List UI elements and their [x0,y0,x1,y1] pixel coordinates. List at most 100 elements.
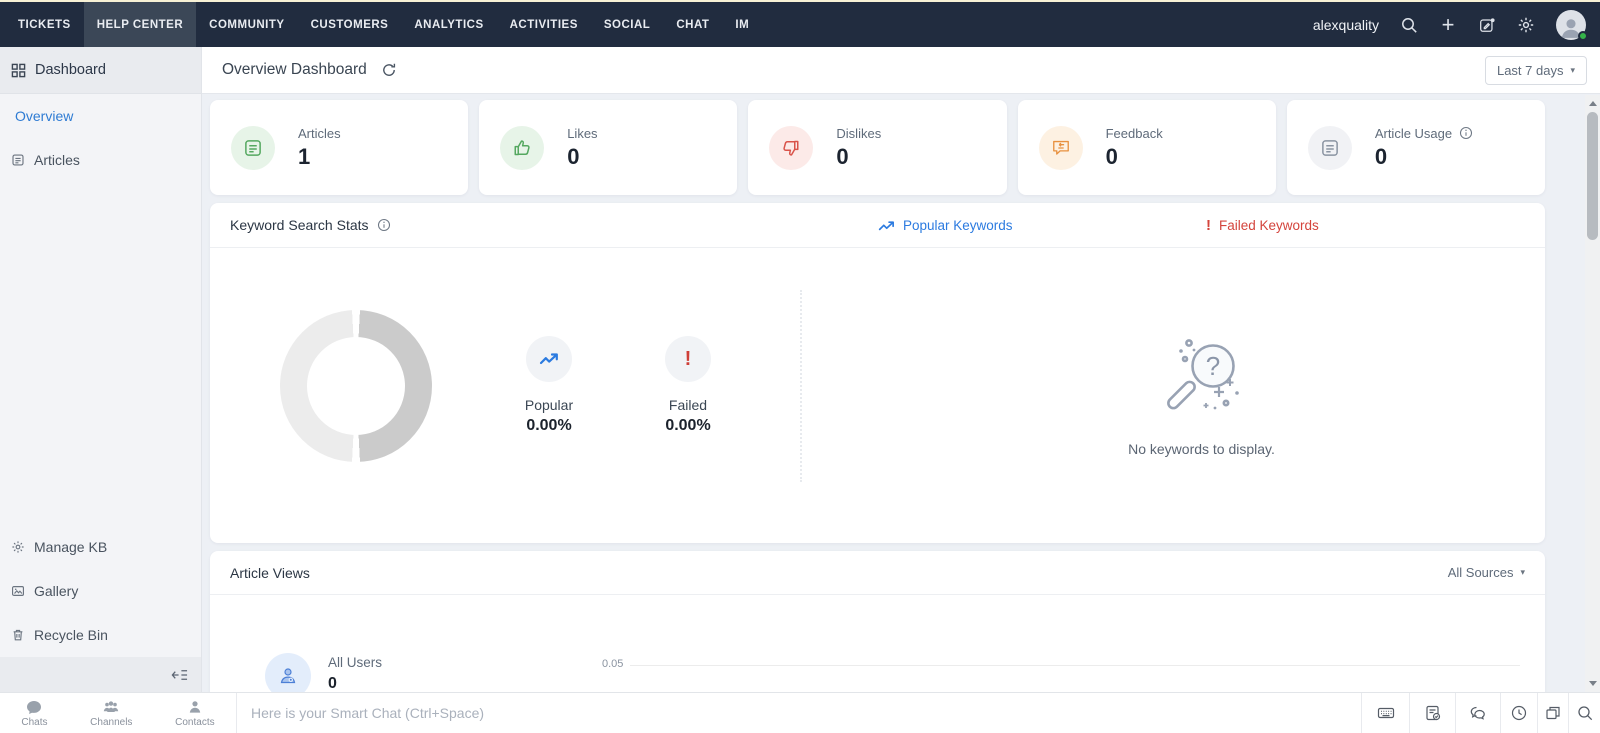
sidebar-item-overview[interactable]: Overview [0,94,201,138]
sidebar-spacer [0,182,201,525]
keywords-empty-state: ? No keywo [800,248,1545,542]
all-users-legend: All Users 0 [265,653,382,692]
channels-group-icon [103,699,119,715]
stat-card-articles[interactable]: Articles 1 [210,100,468,195]
gear-icon [11,540,25,554]
nav-item-social[interactable]: SOCIAL [591,2,663,47]
dashboard-grid-icon [11,63,26,78]
nav-item-analytics[interactable]: ANALYTICS [401,2,496,47]
bottom-tab-chats[interactable]: Chats [21,699,47,728]
notes-check-icon[interactable] [1409,693,1455,733]
chat-bubble-icon [26,699,42,715]
tab-label: Failed Keywords [1219,218,1319,233]
sidebar-item-articles[interactable]: Articles [0,138,201,182]
vertical-scrollbar[interactable] [1585,95,1600,692]
nav-item-im[interactable]: IM [722,2,762,47]
stat-card-dislikes[interactable]: Dislikes 0 [748,100,1006,195]
refresh-icon[interactable] [381,62,397,78]
image-icon [11,584,25,598]
settings-gear-icon[interactable] [1517,16,1535,34]
scrollbar-thumb[interactable] [1587,112,1598,240]
top-nav-right: alexquality + [1313,2,1600,47]
user-avatar[interactable] [1556,10,1586,40]
failed-label: Failed [618,397,758,413]
tab-label: Popular Keywords [903,218,1013,233]
conversations-icon[interactable] [1455,693,1500,733]
article-icon [1308,126,1352,170]
keyboard-shortcuts-icon[interactable] [1361,693,1409,733]
failed-metric: ! Failed 0.00% [618,336,758,435]
bottom-tab-contacts[interactable]: Contacts [175,699,214,728]
trend-up-icon [878,220,895,232]
popular-label: Popular [479,397,619,413]
failed-value: 0.00% [618,417,758,435]
sidebar-section-dashboard[interactable]: Dashboard [0,47,201,94]
sidebar-item-label: Gallery [34,583,78,599]
legend-label: All Users [328,655,382,670]
scrollbar-down-arrow[interactable] [1585,677,1600,690]
bottom-tab-channels[interactable]: Channels [90,699,132,728]
stat-card-value: 0 [1375,144,1473,170]
legend-value: 0 [328,675,382,692]
nav-item-chat[interactable]: CHAT [663,2,722,47]
add-icon[interactable]: + [1439,16,1457,34]
article-icon [231,126,275,170]
online-status-dot [1578,31,1588,41]
zia-search-icon[interactable] [1568,693,1600,733]
smart-chat-input[interactable] [251,705,1361,721]
info-icon[interactable] [377,218,391,232]
exclamation-icon: ! [665,336,711,382]
dashboard-content: Articles 1 Likes 0 [202,94,1600,692]
windows-stack-icon[interactable] [1537,693,1568,733]
stat-card-label: Article Usage [1375,126,1452,141]
sidebar-item-manage-kb[interactable]: Manage KB [0,525,201,569]
activity-feed-icon[interactable] [1478,16,1496,34]
sidebar: Dashboard Overview Articles Manage KB Ga… [0,47,202,692]
keyword-donut-chart [280,310,432,462]
stat-card-feedback[interactable]: Feedback 0 [1018,100,1276,195]
keyword-panel-header: Keyword Search Stats Popular Keywords ! … [210,203,1545,248]
stat-card-value: 1 [298,144,341,170]
nav-item-activities[interactable]: ACTIVITIES [497,2,591,47]
trash-icon [11,628,25,642]
chart-gridline [630,665,1520,666]
collapse-sidebar-icon [171,668,188,682]
empty-state-message: No keywords to display. [1128,441,1275,457]
popular-value: 0.00% [479,417,619,435]
bottom-tab-label: Channels [90,717,132,728]
keyword-search-stats-panel: Keyword Search Stats Popular Keywords ! … [210,203,1545,543]
bottom-tab-label: Contacts [175,717,214,728]
portal-name[interactable]: alexquality [1313,17,1379,33]
nav-item-customers[interactable]: CUSTOMERS [298,2,402,47]
source-filter-value: All Sources [1448,565,1514,580]
smart-chat-bar [237,693,1361,733]
stat-card-article-usage[interactable]: Article Usage 0 [1287,100,1545,195]
sidebar-collapse-button[interactable] [0,657,201,692]
date-range-dropdown[interactable]: Last 7 days ▾ [1485,56,1587,85]
page-title: Overview Dashboard [222,61,367,79]
history-clock-icon[interactable] [1500,693,1537,733]
stat-cards-row: Articles 1 Likes 0 [210,100,1545,195]
stat-card-value: 0 [567,144,597,170]
info-icon[interactable] [1459,126,1473,140]
stat-card-likes[interactable]: Likes 0 [479,100,737,195]
source-filter-dropdown[interactable]: All Sources ▾ [1448,565,1525,580]
nav-item-community[interactable]: COMMUNITY [196,2,297,47]
tab-popular-keywords[interactable]: Popular Keywords [878,203,1013,248]
tab-failed-keywords[interactable]: ! Failed Keywords [1206,203,1319,248]
sidebar-section-title: Dashboard [35,62,106,78]
sidebar-item-recycle-bin[interactable]: Recycle Bin [0,613,201,657]
date-range-value: Last 7 days [1497,63,1564,78]
search-icon[interactable] [1400,16,1418,34]
nav-item-help-center[interactable]: HELP CENTER [84,2,196,47]
keyword-panel-title: Keyword Search Stats [230,217,369,233]
chevron-down-icon: ▾ [1570,65,1575,76]
sidebar-item-gallery[interactable]: Gallery [0,569,201,613]
contact-person-icon [187,699,203,715]
scrollbar-up-arrow[interactable] [1585,97,1600,110]
trend-up-icon [526,336,572,382]
y-axis-tick: 0.05 [602,658,623,670]
bottom-right-icons [1361,693,1600,733]
bottom-left-tabs: Chats Channels Contacts [0,693,237,733]
nav-item-tickets[interactable]: TICKETS [5,2,84,47]
